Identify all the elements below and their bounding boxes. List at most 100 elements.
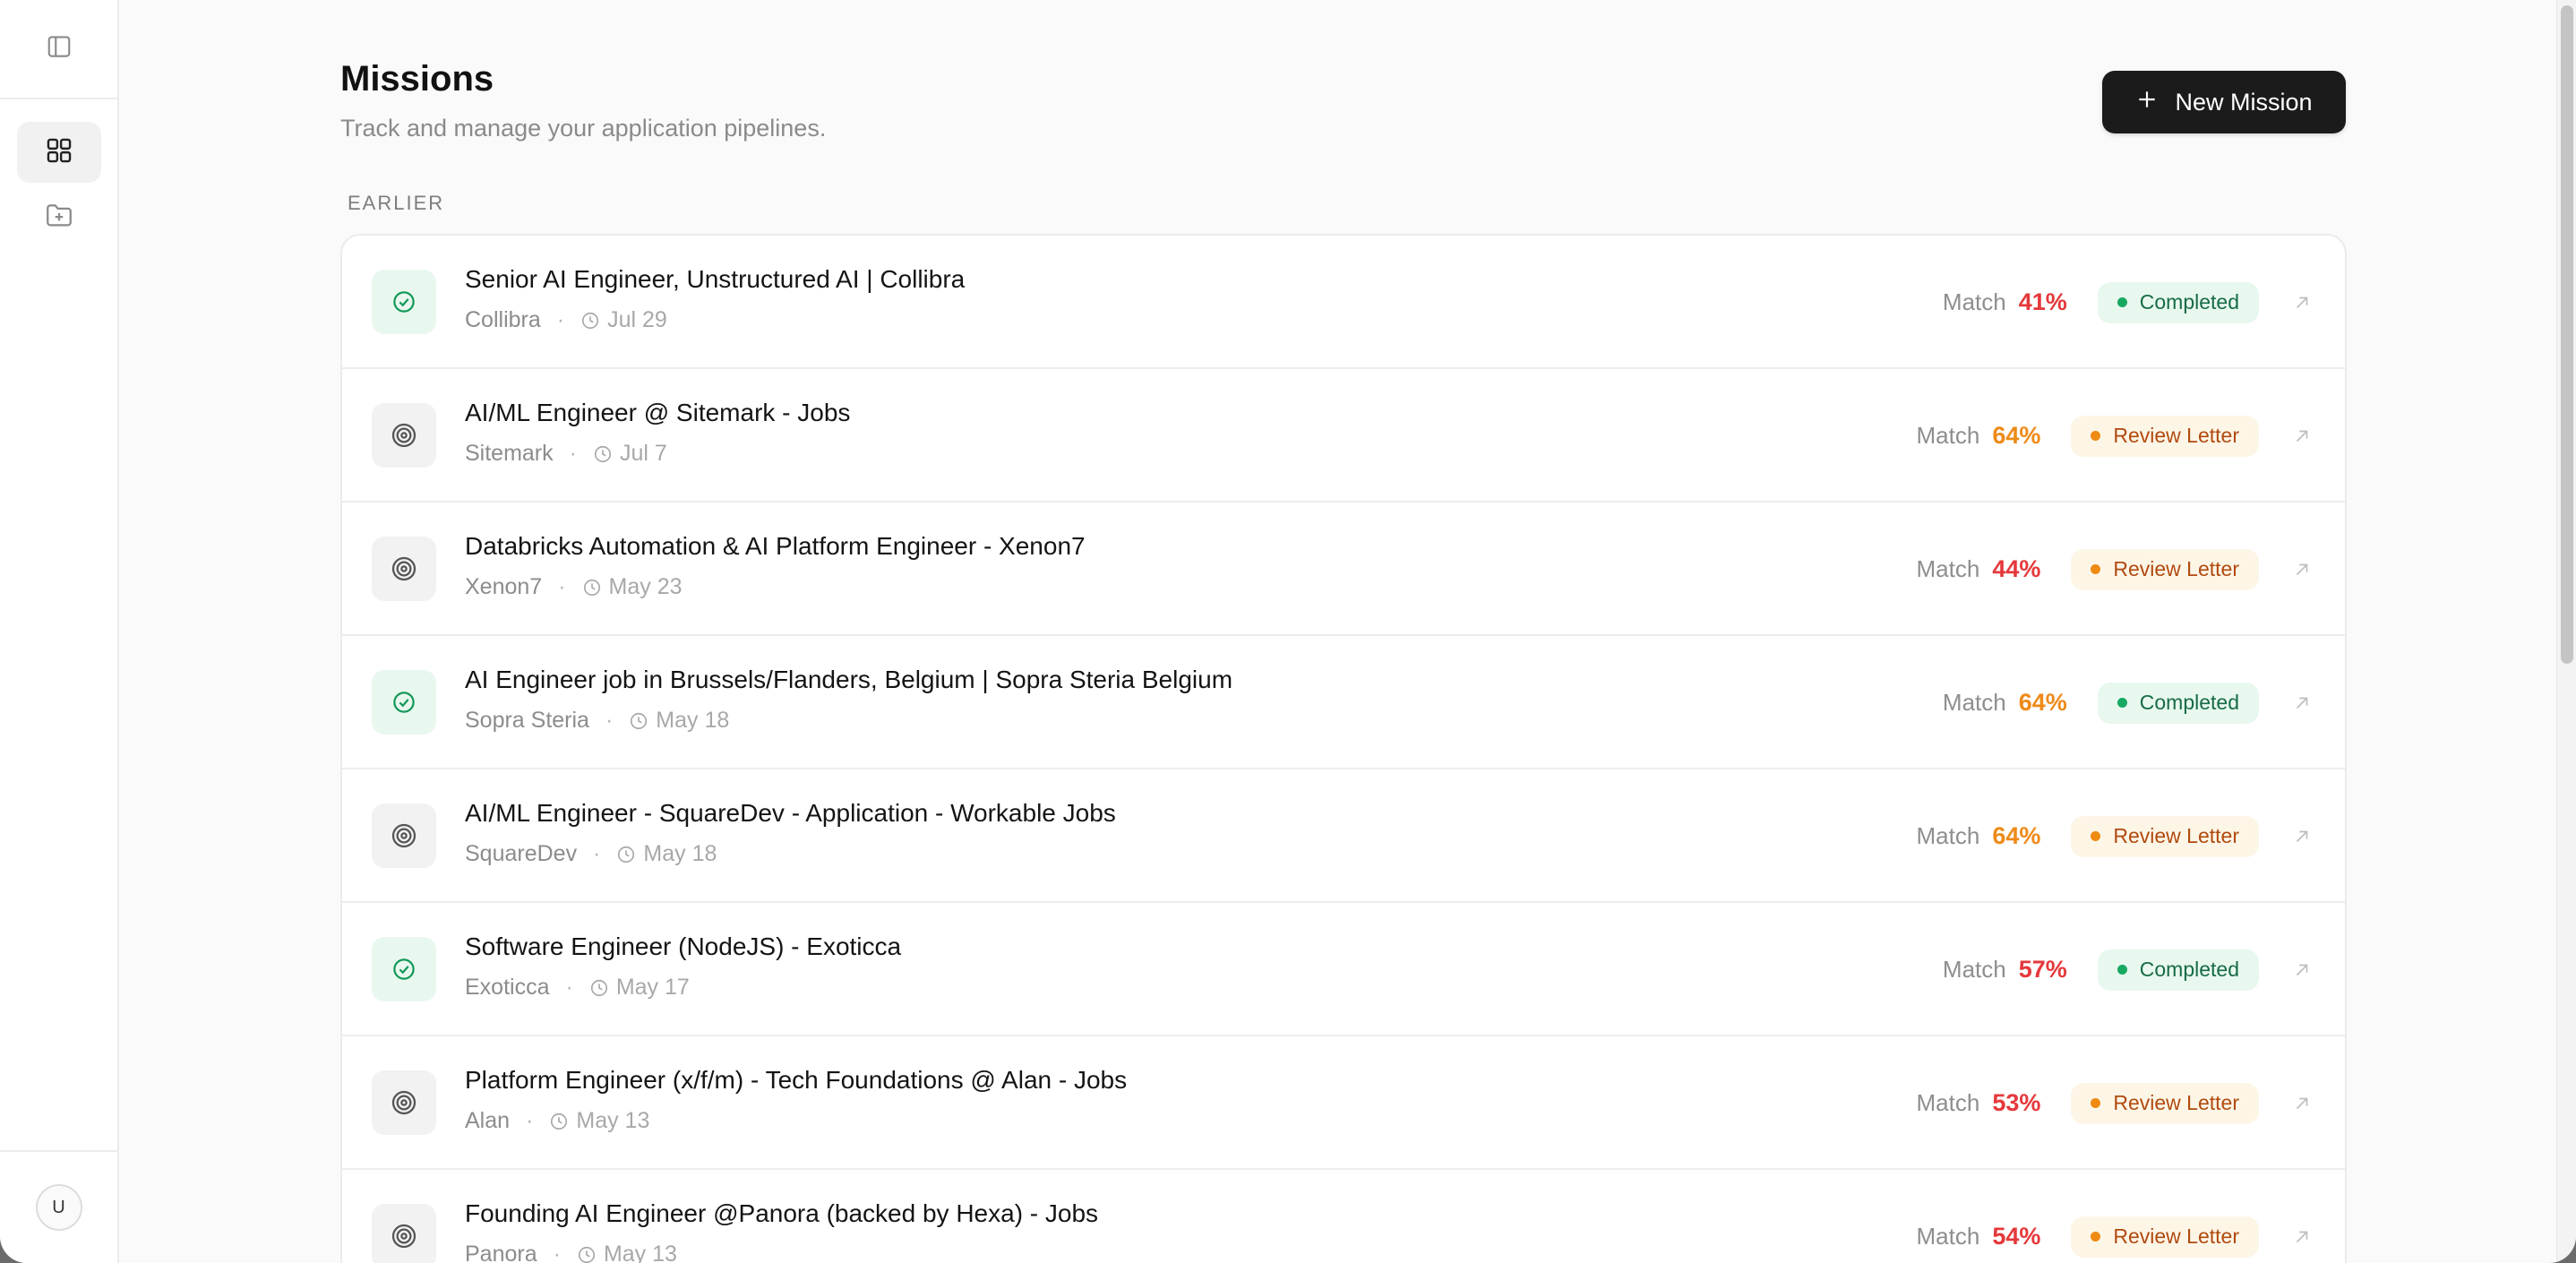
mission-list: Senior AI Engineer, Unstructured AI | Co… [340,234,2347,1263]
open-arrow-icon[interactable] [2289,1091,2314,1116]
mission-row[interactable]: Databricks Automation & AI Platform Engi… [342,503,2345,636]
match-value: 64% [1992,422,2041,449]
mission-row[interactable]: AI/ML Engineer - SquareDev - Application… [342,769,2345,903]
main-content: Missions Track and manage your applicati… [119,0,2576,1263]
status-dot [2091,564,2101,574]
mission-title[interactable]: AI Engineer job in Brussels/Flanders, Be… [465,666,1232,694]
target-icon [372,1204,436,1263]
open-arrow-icon[interactable] [2289,424,2314,449]
mission-status-area: Match 64% Completed [1943,636,2314,769]
sidebar-item-new-folder[interactable] [17,186,101,247]
match-value: 41% [2018,288,2067,315]
clock-icon [580,311,600,331]
clock-icon [549,1112,569,1131]
new-mission-button[interactable]: New Mission [2102,71,2346,133]
match-value: 53% [1992,1089,2041,1116]
company-name: SquareDev [465,841,578,866]
clock-icon [629,711,648,731]
mission-status-area: Match 54% Review Letter [1917,1170,2314,1263]
mission-title[interactable]: AI/ML Engineer - SquareDev - Application… [465,799,1116,828]
status-label: Review Letter [2113,824,2239,847]
match-label: Match [1916,1089,1980,1116]
open-arrow-icon[interactable] [2289,290,2314,315]
sidebar-footer: U [0,1150,117,1263]
status-label: Completed [2139,691,2239,714]
target-icon [372,403,436,468]
mission-status-area: Match 53% Review Letter [1917,1036,2314,1170]
status-dot [2117,297,2127,307]
match-label: Match [1916,422,1980,449]
status-label: Review Letter [2113,424,2239,447]
mission-meta: Sitemark · Jul 7 [465,441,667,467]
mission-meta: SquareDev · May 18 [465,841,717,867]
separator-dot: · [605,708,614,733]
plus-icon [2135,88,2159,117]
mission-row[interactable]: Senior AI Engineer, Unstructured AI | Co… [342,236,2345,369]
mission-row[interactable]: Founding AI Engineer @Panora (backed by … [342,1170,2345,1263]
scrollbar[interactable] [2556,0,2576,1263]
check-circle-icon [372,937,436,1001]
status-dot [2117,965,2127,975]
status-badge: Review Letter [2071,1082,2259,1124]
status-badge: Completed [2097,949,2259,991]
status-dot [2091,1232,2101,1242]
match-value: 44% [1992,555,2041,582]
mission-date: May 23 [608,574,683,599]
open-arrow-icon[interactable] [2289,1224,2314,1250]
open-arrow-icon[interactable] [2289,824,2314,849]
match-value: 57% [2018,956,2067,983]
target-icon [372,803,436,868]
match-value: 64% [2018,689,2067,716]
status-label: Completed [2139,958,2239,981]
mission-title[interactable]: Founding AI Engineer @Panora (backed by … [465,1199,1098,1228]
mission-date: Jul 7 [619,441,667,466]
mission-row[interactable]: Platform Engineer (x/f/m) - Tech Foundat… [342,1036,2345,1170]
scrollbar-thumb[interactable] [2561,5,2573,664]
mission-status-area: Match 64% Review Letter [1917,769,2314,903]
open-arrow-icon[interactable] [2289,557,2314,582]
mission-status-area: Match 64% Review Letter [1917,369,2314,503]
page-subtitle: Track and manage your application pipeli… [340,115,827,142]
match-value: 64% [1992,822,2041,849]
company-name: Collibra [465,307,541,332]
sidebar-item-missions[interactable] [16,122,101,183]
mission-status-area: Match 41% Completed [1943,236,2314,369]
avatar[interactable]: U [35,1184,82,1231]
separator-dot: · [553,1242,561,1263]
mission-date: May 13 [576,1108,650,1133]
company-name: Sopra Steria [465,708,589,733]
mission-date: May 18 [656,708,730,733]
separator-dot: · [558,574,566,599]
sidebar-nav [0,99,117,247]
sidebar: U [0,0,119,1263]
section-label: EARLIER [348,192,445,214]
sidebar-header [0,0,117,99]
status-label: Review Letter [2113,1091,2239,1114]
mission-title[interactable]: Platform Engineer (x/f/m) - Tech Foundat… [465,1066,1127,1095]
mission-row[interactable]: AI/ML Engineer @ Sitemark - Jobs Sitemark… [342,369,2345,503]
open-arrow-icon[interactable] [2289,691,2314,716]
mission-title[interactable]: Databricks Automation & AI Platform Engi… [465,532,1086,561]
status-badge: Completed [2097,281,2259,323]
mission-date: May 13 [603,1242,677,1263]
mission-row[interactable]: Software Engineer (NodeJS) - Exoticca Exo… [342,903,2345,1036]
mission-meta: Xenon7 · May 23 [465,574,683,600]
open-arrow-icon[interactable] [2289,958,2314,983]
sidebar-toggle-icon [46,33,73,64]
status-badge: Review Letter [2071,548,2259,590]
mission-title[interactable]: Senior AI Engineer, Unstructured AI | Co… [465,265,965,294]
mission-title[interactable]: Software Engineer (NodeJS) - Exoticca [465,932,901,961]
match-label: Match [1916,822,1980,849]
match-label: Match [1942,288,2006,315]
new-mission-label: New Mission [2175,88,2313,116]
mission-row[interactable]: AI Engineer job in Brussels/Flanders, Be… [342,636,2345,769]
mission-title[interactable]: AI/ML Engineer @ Sitemark - Jobs [465,399,850,427]
sidebar-toggle-button[interactable] [17,19,101,80]
match-value: 54% [1992,1223,2041,1250]
mission-meta: Exoticca · May 17 [465,975,690,1001]
match-label: Match [1942,689,2006,716]
folder-plus-icon [44,200,74,235]
separator-dot: · [526,1108,534,1133]
match-label: Match [1916,555,1980,582]
mission-date: May 18 [643,841,717,866]
